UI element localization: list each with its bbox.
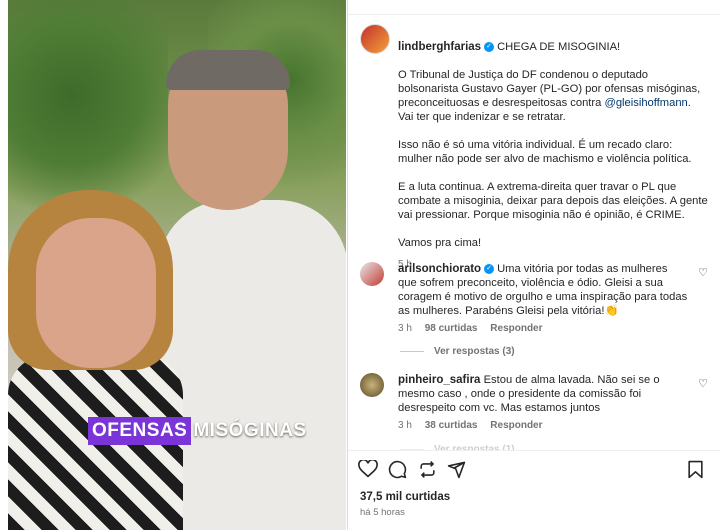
- action-bar: 37,5 mil curtidas há 5 horas: [348, 450, 720, 531]
- repost-icon[interactable]: [418, 460, 437, 479]
- heart-icon[interactable]: ♡: [698, 266, 708, 279]
- commenter-username[interactable]: pinheiro_safira: [398, 374, 480, 386]
- comment-age: 3 h: [398, 420, 412, 431]
- post-timestamp: há 5 horas: [360, 507, 405, 518]
- commenter-avatar[interactable]: [360, 262, 384, 286]
- comment-age: 3 h: [398, 323, 412, 334]
- verified-icon: ✓: [484, 264, 495, 275]
- video-caption: OFENSAS MISÓGINAS: [88, 415, 307, 447]
- bookmark-icon[interactable]: [687, 460, 704, 479]
- send-icon[interactable]: [447, 460, 466, 479]
- like-count[interactable]: 37,5 mil curtidas: [360, 491, 450, 503]
- mention-link[interactable]: @gleisihoffmann: [604, 97, 687, 109]
- caption-text: MISÓGINAS: [193, 420, 307, 441]
- view-replies-link[interactable]: Ver respostas (3): [400, 346, 515, 357]
- top-bar: [348, 0, 720, 15]
- commenter-username[interactable]: arilsonchiorato: [398, 263, 481, 275]
- caption-highlight: OFENSAS: [88, 417, 192, 445]
- person-woman: [8, 190, 183, 530]
- video-player[interactable]: OFENSAS MISÓGINAS: [8, 0, 346, 530]
- instagram-post-view: OFENSAS MISÓGINAS lindberghfarias ✓ CHEGA …: [0, 0, 720, 531]
- reply-button[interactable]: Responder: [490, 323, 542, 334]
- caption-paragraph-1: O Tribunal de Justiça do DF condenou o d…: [398, 69, 701, 123]
- commenter-avatar[interactable]: [360, 373, 384, 397]
- heart-icon[interactable]: ♡: [698, 377, 708, 390]
- caption-paragraph-2: Isso não é só uma vitória individual. É …: [398, 139, 692, 165]
- comment-likes[interactable]: 98 curtidas: [425, 323, 478, 334]
- comment-icon[interactable]: [388, 460, 407, 479]
- reply-button[interactable]: Responder: [490, 420, 542, 431]
- caption-paragraph-4: Vamos pra cima!: [398, 237, 482, 249]
- comment-likes[interactable]: 38 curtidas: [425, 420, 478, 431]
- author-username[interactable]: lindberghfarias: [398, 41, 481, 53]
- caption-paragraph-3: E a luta continua. A extrema-direita que…: [398, 181, 708, 221]
- verified-icon: ✓: [484, 42, 495, 53]
- author-avatar[interactable]: [360, 24, 390, 54]
- post-panel: lindberghfarias ✓ CHEGA DE MISOGINIA! O Tr…: [347, 0, 720, 531]
- person-man: [158, 50, 346, 530]
- heart-icon[interactable]: [358, 460, 378, 478]
- post-headline: CHEGA DE MISOGINIA!: [497, 41, 621, 53]
